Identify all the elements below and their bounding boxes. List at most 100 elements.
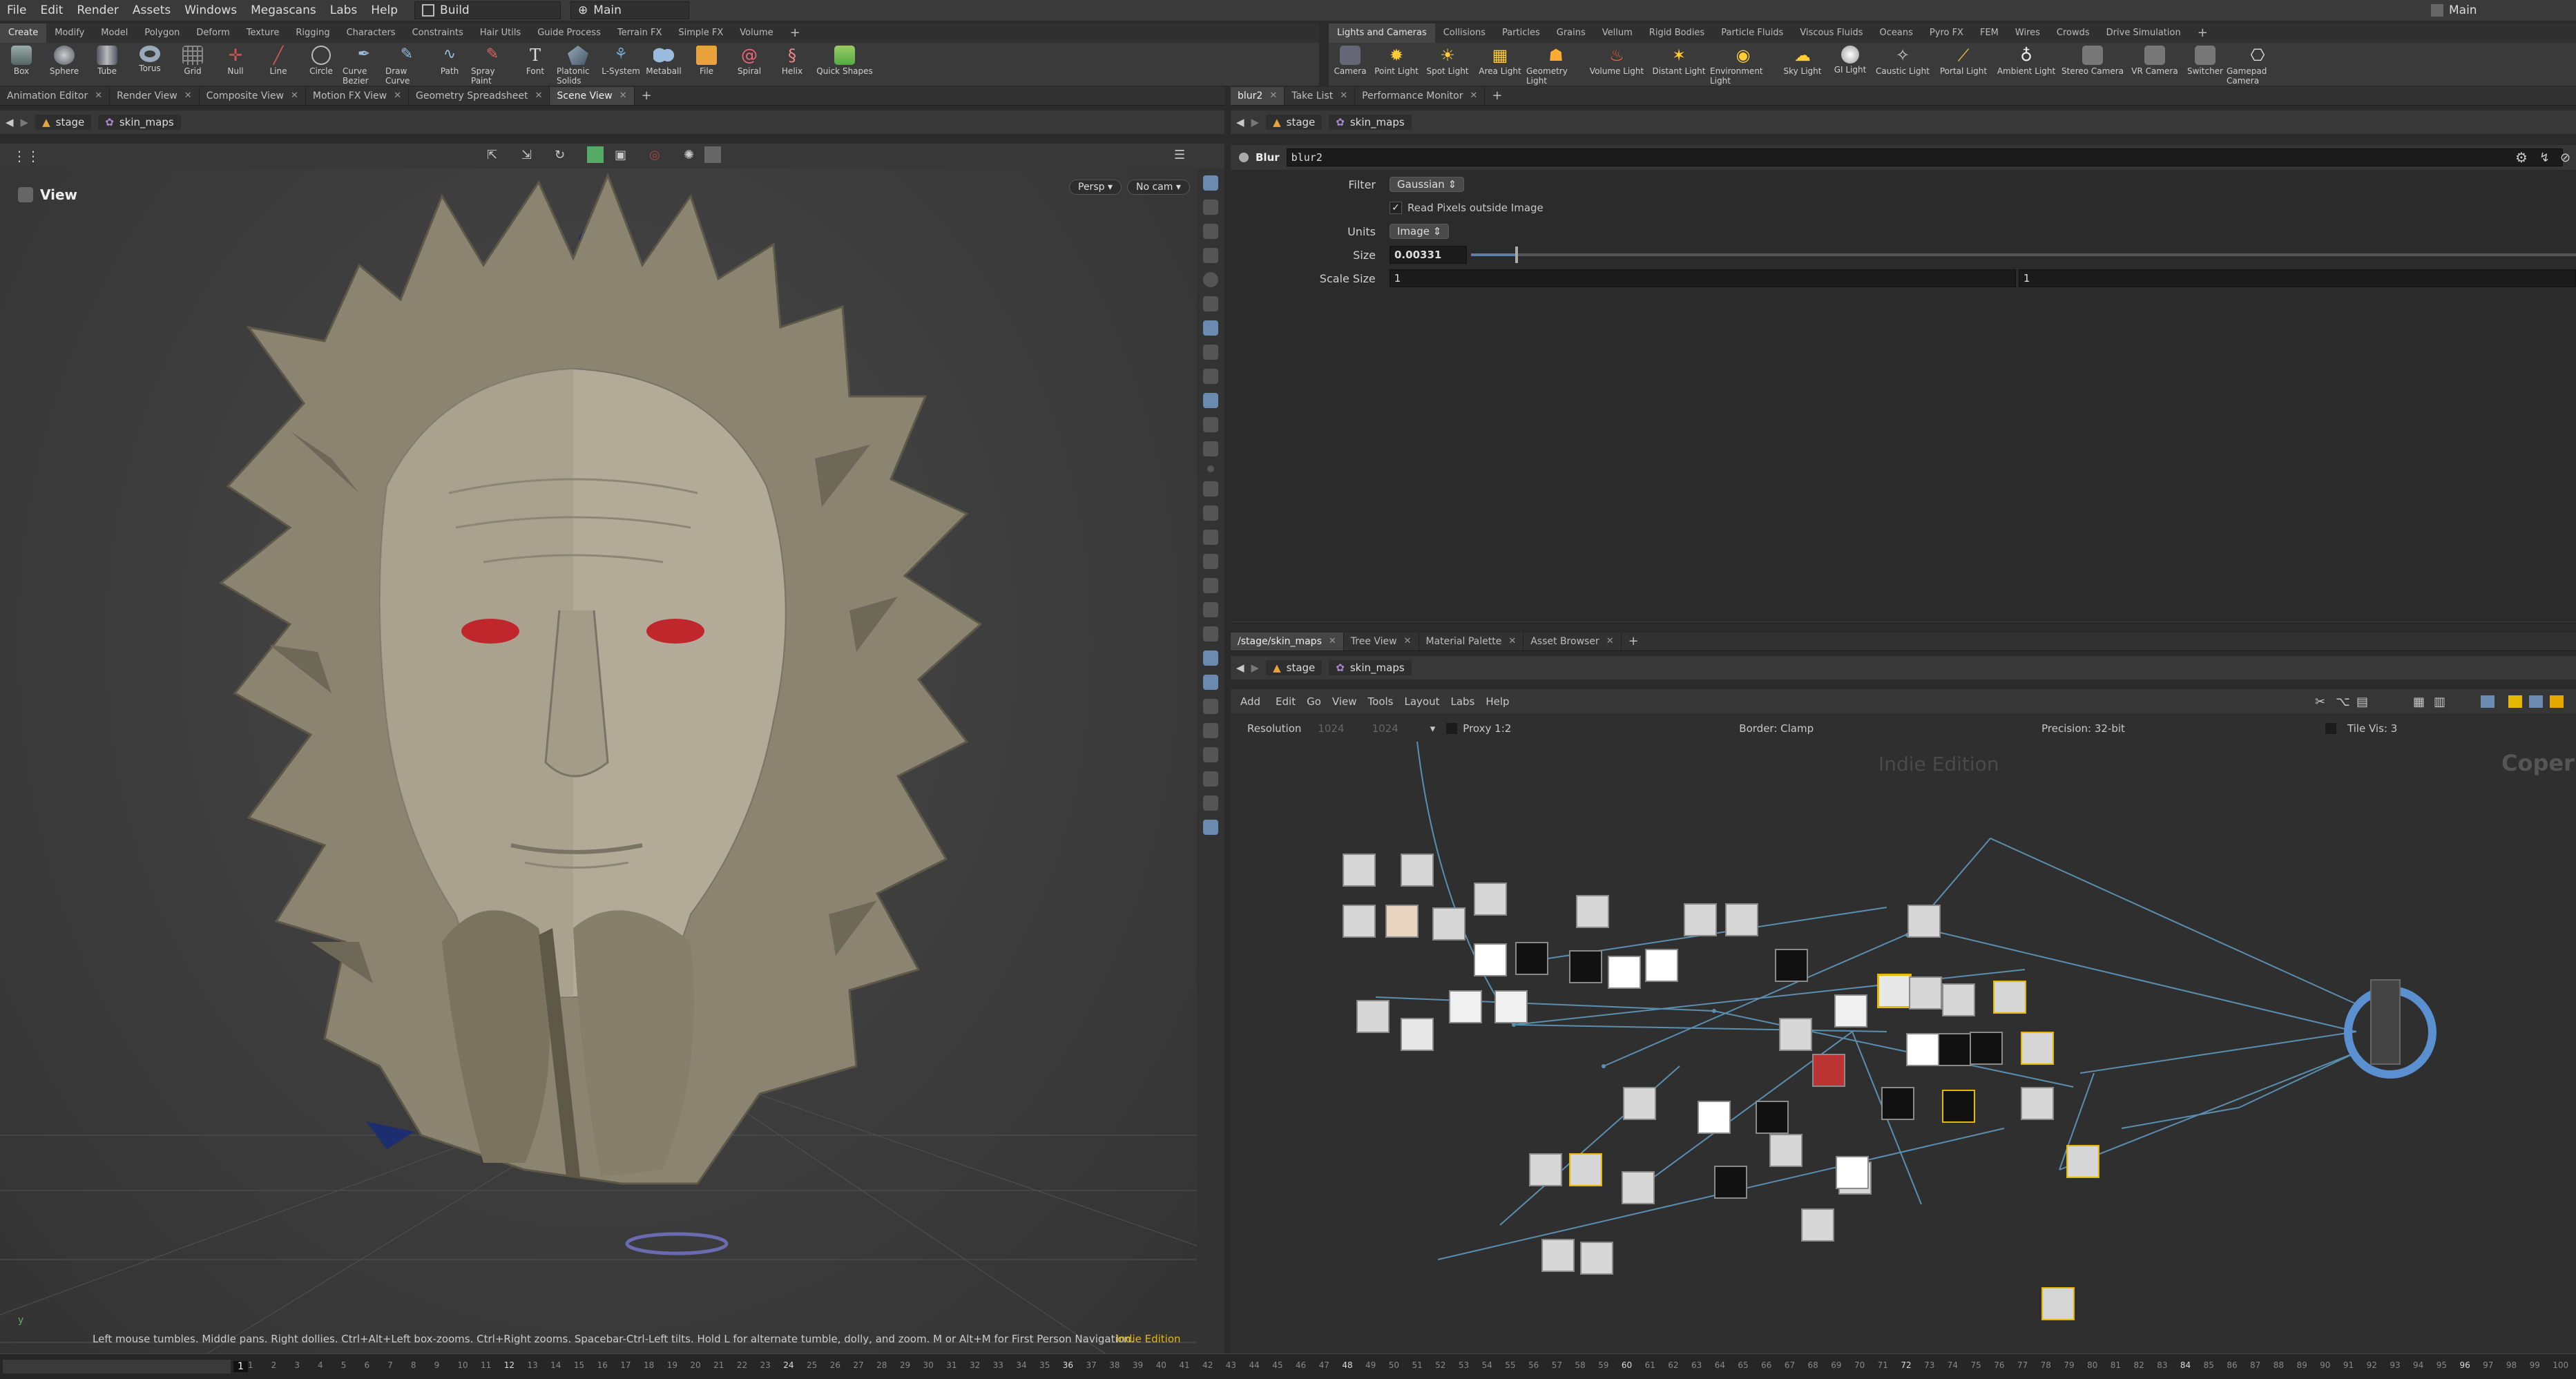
tab-scene-view[interactable]: Scene View ✕ bbox=[550, 87, 635, 105]
net-menu-labs[interactable]: Labs bbox=[1445, 695, 1480, 708]
list-icon[interactable]: ▥ bbox=[2434, 695, 2445, 709]
scale-y-input[interactable]: 1 bbox=[2018, 269, 2576, 287]
net-menu-help[interactable]: Help bbox=[1480, 695, 1515, 708]
filter-dropdown[interactable]: Gaussian ⇕ bbox=[1390, 177, 1465, 192]
tool-curve-bezier[interactable]: ✒ Curve Bezier bbox=[343, 43, 385, 86]
cop-node[interactable] bbox=[1449, 990, 1482, 1023]
cop-node[interactable] bbox=[1569, 1153, 1602, 1186]
cop-node[interactable] bbox=[1993, 981, 2026, 1014]
shelf-tab-modify[interactable]: Modify bbox=[46, 23, 93, 43]
scene-viewport[interactable]: View Persp ▾ No cam ▾ y Left mouse tumbl… bbox=[0, 168, 1197, 1353]
tool-sphere[interactable]: Sphere bbox=[43, 43, 86, 76]
tool-box[interactable]: Box bbox=[0, 43, 43, 76]
desktop-selector[interactable]: Build bbox=[414, 1, 561, 19]
focus-icon[interactable] bbox=[1203, 723, 1218, 738]
ground-icon[interactable] bbox=[1203, 747, 1218, 762]
origin-icon[interactable] bbox=[1203, 699, 1218, 714]
shelf-tab-crowds[interactable]: Crowds bbox=[2048, 23, 2098, 43]
viewport-canvas[interactable] bbox=[0, 168, 1197, 1353]
close-icon[interactable]: ✕ bbox=[184, 87, 192, 105]
cop-node[interactable] bbox=[1401, 1018, 1434, 1051]
menu-windows[interactable]: Windows bbox=[177, 3, 244, 17]
brush-icon[interactable] bbox=[1203, 505, 1218, 521]
flag-icon[interactable] bbox=[2550, 695, 2564, 708]
selected-cop-node[interactable] bbox=[1877, 974, 1912, 1008]
info-icon[interactable]: ⊘ bbox=[2560, 151, 2570, 165]
tool-vr-camera[interactable]: VR Camera bbox=[2126, 43, 2184, 76]
menu-megascans[interactable]: Megascans bbox=[244, 3, 323, 17]
forward-arrow-icon[interactable]: ▶ bbox=[1251, 116, 1260, 128]
tool-geometry-light[interactable]: ☗ Geometry Light bbox=[1526, 43, 1586, 86]
cop-node[interactable] bbox=[1881, 1087, 1914, 1120]
tool-portal-light[interactable]: ⟋ Portal Light bbox=[1934, 43, 1993, 76]
wrench-icon[interactable]: ✂ bbox=[2315, 695, 2325, 709]
tool-file[interactable]: File bbox=[685, 43, 728, 76]
cop-node[interactable] bbox=[1622, 1171, 1655, 1204]
tool-sky-light[interactable]: ☁ Sky Light bbox=[1776, 43, 1829, 76]
tool-switcher[interactable]: Switcher bbox=[2184, 43, 2227, 76]
resolution-menu-icon[interactable]: ▾ bbox=[1430, 722, 1436, 735]
cop-node[interactable] bbox=[1907, 905, 1941, 938]
vertex-icon[interactable] bbox=[1203, 441, 1218, 456]
cop-node[interactable] bbox=[1714, 1166, 1747, 1199]
shelf-tab-pyro-fx[interactable]: Pyro FX bbox=[1921, 23, 1972, 43]
shelf-tab-terrain-fx[interactable]: Terrain FX bbox=[609, 23, 671, 43]
back-arrow-icon[interactable]: ◀ bbox=[1236, 662, 1244, 674]
shelf-tab-particle-fluids[interactable]: Particle Fluids bbox=[1713, 23, 1791, 43]
cop-node[interactable] bbox=[1401, 854, 1434, 887]
tool-gi-light[interactable]: GI Light bbox=[1829, 43, 1872, 75]
breadcrumb-skin-maps[interactable]: ✿ skin_maps bbox=[1329, 660, 1412, 675]
grid-menu-icon[interactable]: ⋮⋮ bbox=[12, 148, 40, 164]
cop-node[interactable] bbox=[1938, 1033, 1971, 1066]
tab-composite-view[interactable]: Composite View ✕ bbox=[200, 87, 306, 105]
net-menu-tools[interactable]: Tools bbox=[1363, 695, 1399, 708]
shelf-tab-texture[interactable]: Texture bbox=[238, 23, 288, 43]
shelf-tab-volume[interactable]: Volume bbox=[731, 23, 781, 43]
playback-controls[interactable] bbox=[3, 1360, 231, 1373]
tool-tube[interactable]: Tube bbox=[86, 43, 128, 76]
image-icon[interactable] bbox=[2481, 695, 2495, 708]
cop-node[interactable] bbox=[1756, 1101, 1789, 1134]
tool-camera[interactable]: Camera bbox=[1329, 43, 1372, 76]
tool-area-light[interactable]: ▦ Area Light bbox=[1474, 43, 1526, 76]
tool-distant-light[interactable]: ✶ Distant Light bbox=[1648, 43, 1710, 76]
light-icon[interactable] bbox=[1203, 320, 1218, 336]
add-shelf-tab-icon[interactable]: + bbox=[782, 23, 809, 43]
tool-grid[interactable]: Grid bbox=[171, 43, 214, 76]
bbox-icon[interactable] bbox=[1203, 626, 1218, 642]
cop-node[interactable] bbox=[1684, 903, 1717, 936]
shelf-tab-rigging[interactable]: Rigging bbox=[287, 23, 338, 43]
read-pixels-checkbox[interactable]: ✓ bbox=[1390, 202, 1402, 214]
lock-icon[interactable] bbox=[1203, 224, 1218, 239]
forward-arrow-icon[interactable]: ▶ bbox=[1251, 662, 1260, 674]
close-icon[interactable]: ✕ bbox=[394, 87, 401, 105]
cop-node[interactable] bbox=[1836, 1156, 1869, 1189]
node-name-field[interactable]: blur2 bbox=[1286, 148, 2563, 166]
shelf-tab-vellum[interactable]: Vellum bbox=[1594, 23, 1641, 43]
reference-icon[interactable] bbox=[1203, 369, 1218, 384]
cop-node[interactable] bbox=[1801, 1208, 1834, 1242]
forward-arrow-icon[interactable]: ▶ bbox=[21, 116, 29, 128]
cop-node[interactable] bbox=[1779, 1018, 1812, 1051]
texture-icon[interactable] bbox=[1203, 578, 1218, 593]
tool-caustic-light[interactable]: ✧ Caustic Light bbox=[1872, 43, 1934, 76]
cop-node[interactable] bbox=[1569, 950, 1602, 983]
shadow-icon[interactable] bbox=[1203, 602, 1218, 617]
breadcrumb-stage[interactable]: ▲ stage bbox=[35, 115, 92, 130]
camera-button[interactable]: No cam ▾ bbox=[1126, 180, 1190, 195]
cop-node[interactable] bbox=[2021, 1032, 2054, 1065]
tool-quick-shapes[interactable]: Quick Shapes bbox=[814, 43, 876, 76]
cop-node[interactable] bbox=[1608, 956, 1641, 989]
net-menu-view[interactable]: View bbox=[1327, 695, 1363, 708]
snapshot-icon[interactable] bbox=[704, 146, 721, 163]
move-tool-icon[interactable]: ⇲ bbox=[521, 148, 532, 162]
resolution-height[interactable]: 1024 bbox=[1372, 722, 1398, 735]
display-object-icon[interactable] bbox=[1203, 272, 1218, 287]
close-icon[interactable]: ✕ bbox=[1508, 633, 1516, 650]
close-icon[interactable]: ✕ bbox=[535, 87, 542, 105]
menu-help[interactable]: Help bbox=[364, 3, 405, 17]
cop-node[interactable] bbox=[1906, 1033, 1939, 1066]
tab-material-palette[interactable]: Material Palette ✕ bbox=[1419, 633, 1524, 650]
close-icon[interactable]: ✕ bbox=[619, 87, 627, 105]
breadcrumb-stage[interactable]: ▲ stage bbox=[1266, 660, 1323, 675]
